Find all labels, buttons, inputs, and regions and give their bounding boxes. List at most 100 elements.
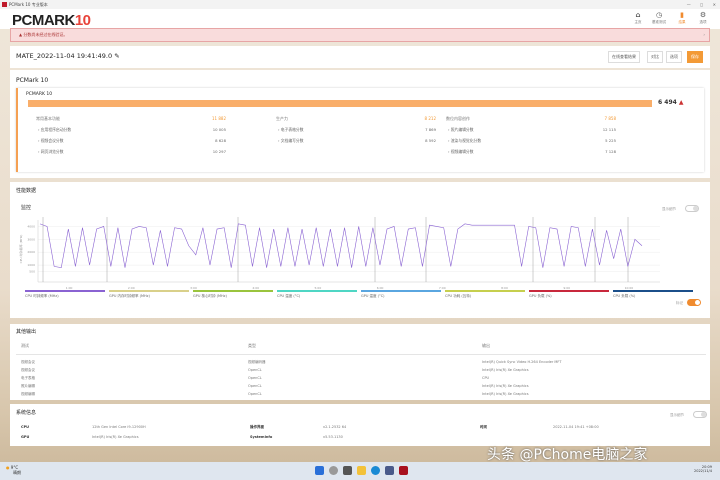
section-title: 性能数据 [16,188,37,194]
legend-swatch [361,290,441,292]
score-group: 常用基本功能 11 882 › 应用程序启动分数 10 005 › 视频会议分数 8 62… [36,116,226,160]
column-header: 测试 [21,343,29,348]
legend-item[interactable]: GPU 核心时钟 (MHz) [193,290,273,299]
y-axis-label: CPU 时钟频率 (MHz) [18,235,23,264]
taskbar: ● 9°C 晴朗 20:09 2022/11/4 [0,462,720,480]
details-toggle[interactable] [685,205,699,212]
info-value: v2.1.2532 64 [323,425,347,429]
marker-toggle[interactable] [687,299,701,306]
task-view-icon[interactable] [343,466,352,475]
sub-score-row[interactable]: › 文档编写分数 8 592 [276,138,436,144]
legend-item[interactable]: GPU 温度 (°C) [361,290,441,299]
chart-icon: ▮ [680,11,684,19]
legend-item[interactable]: CPU 负载 (%) [613,290,693,299]
table-cell: OpenCL [248,376,262,380]
legend-item[interactable]: CPU 时钟频率 (MHz) [25,290,105,299]
info-key: 操作界面 [250,425,264,429]
sub-score-row[interactable]: › 视频编辑分数 7 128 [446,149,616,155]
window-controls[interactable]: — ◻ ✕ [687,0,716,9]
result-header: MATE_2022-11-04 19:41:49.0 ✎ 在线查看结果 对比 选… [10,46,710,68]
file-explorer-icon[interactable] [357,466,366,475]
table-cell: 照片编辑 [21,384,35,388]
expand-icon[interactable]: › [703,29,705,41]
system-info-section: 系统信息 显示细节 CPU 12th Gen Intel Core i9-1290… [10,404,710,446]
pcmark-logo: PCMARK10 [12,12,91,29]
legend-swatch [445,290,525,292]
warning-icon: ▲ [678,99,684,106]
result-name[interactable]: MATE_2022-11-04 19:41:49.0 ✎ [16,52,120,60]
validation-warning: ▲ 分数尚未经过在线验证。 › [10,28,710,42]
view-online-button[interactable]: 在线查看结果 [608,51,640,63]
marker-toggle-label: 标记 [676,301,683,305]
y-tick-label: 4000 [27,224,35,228]
group-score: 8 212 [424,116,436,121]
edit-icon[interactable]: ✎ [114,52,119,60]
sub-score-row[interactable]: › 照片编辑分数 12 115 [446,127,616,133]
nav-results[interactable]: ▮ 结果 [671,11,693,25]
gauge-icon: ◷ [655,11,663,19]
sub-score-row[interactable]: › 网页浏览分数 10 297 [36,149,226,155]
info-value: Intel(R) Iris(R) Xe Graphics [92,435,139,439]
legend-item[interactable]: GPU 内存时钟频率 (MHz) [109,290,189,299]
monitoring-chart[interactable]: 4000300020001000500CPU 时钟频率 (MHz)1:00 2:0… [10,214,710,294]
other-output-section: 其他输出 测试 类型 输出 视频会议 视频编码器 Intel(R) Quick Sy… [10,324,710,400]
legend-swatch [277,290,357,292]
group-score: 7 858 [604,116,616,121]
app-header: PCMARK10 ⌂ 主页 ◷ 基准测试 ▮ 结果 ⚙ 选项 [0,9,720,29]
title-bar: PCMark 10 专业版本 [0,0,720,9]
options-button[interactable]: 选项 [666,51,682,63]
table-cell: 视频会议 [21,360,35,364]
chevron-right-icon: › [448,127,450,132]
card-title: PCMARK 10 [26,92,53,97]
nav-benchmarks[interactable]: ◷ 基准测试 [648,11,670,25]
info-key: 时间 [480,425,487,429]
column-header: 类型 [248,343,256,348]
legend-item[interactable]: GPU 负载 (%) [529,290,609,299]
save-button[interactable]: 保存 [687,51,703,63]
sub-score-row[interactable]: › 电子表格分数 7 869 [276,127,436,133]
info-key: GPU [21,435,30,439]
edge-icon[interactable] [371,466,380,475]
section-title: PCMark 10 [16,77,49,84]
search-icon[interactable] [329,466,338,475]
table-cell: OpenCL [248,392,262,396]
pcmark-section: PCMark 10 PCMARK 10 6 494 ▲ 常用基本功能 11 882… [10,70,710,178]
nav-options[interactable]: ⚙ 选项 [692,11,714,25]
weather-widget[interactable]: ● 9°C 晴朗 [6,465,21,476]
pcmark-taskbar-icon[interactable] [399,466,408,475]
mail-icon[interactable] [385,466,394,475]
legend-item[interactable]: CPU 温度 (°C) [277,290,357,299]
group-label: 常用基本功能 [36,116,60,121]
column-header: 输出 [482,343,490,348]
compare-button[interactable]: 对比 [647,51,663,63]
score-group: 数位内容创作 7 858 › 照片编辑分数 12 115 › 渲染与视觉化分数 5 225… [446,116,616,160]
table-cell: Intel(R) Iris(R) Xe Graphics [482,392,529,396]
performance-data-section: 性能数据 监控 显示细节 4000 3000 2000 1000 500 CPU 时钟频率… [10,182,710,318]
legend-item[interactable]: CPU 功耗 (瓦特) [445,290,525,299]
nav-home[interactable]: ⌂ 主页 [627,11,649,25]
info-key: SystemInfo [250,435,273,439]
sub-score-row[interactable]: › 渲染与视觉化分数 5 225 [446,138,616,144]
section-title: 其他输出 [16,329,37,335]
legend-swatch [529,290,609,292]
sub-score-row[interactable]: › 应用程序启动分数 10 005 [36,127,226,133]
table-cell: 视频编辑 [21,392,35,396]
monitor-title: 监控 [21,205,32,211]
window-title: PCMark 10 专业版本 [9,2,48,7]
score-group: 生产力 8 212 › 电子表格分数 7 869 › 文档编写分数 8 592 [276,116,436,149]
watermark: 头条 @PChome电脑之家 [487,447,648,463]
table-cell: Intel(R) Quick Sync Video H.264 Encoder … [482,360,562,364]
chevron-right-icon: › [448,149,450,154]
table-cell: 电子表格 [21,376,35,380]
chevron-right-icon: › [278,127,280,132]
y-tick-label: 500 [29,270,35,274]
start-icon[interactable] [315,466,324,475]
info-value: 2022-11-04 19:41 +08:00 [553,425,599,429]
table-cell: Intel(R) Iris(R) Xe Graphics [482,384,529,388]
info-key: CPU [21,425,29,429]
sub-score-row[interactable]: › 视频会议分数 8 628 [36,138,226,144]
details-toggle[interactable] [693,411,707,418]
clock[interactable]: 20:09 2022/11/4 [694,465,712,473]
group-label: 数位内容创作 [446,116,470,121]
y-tick-label: 2000 [27,250,35,254]
